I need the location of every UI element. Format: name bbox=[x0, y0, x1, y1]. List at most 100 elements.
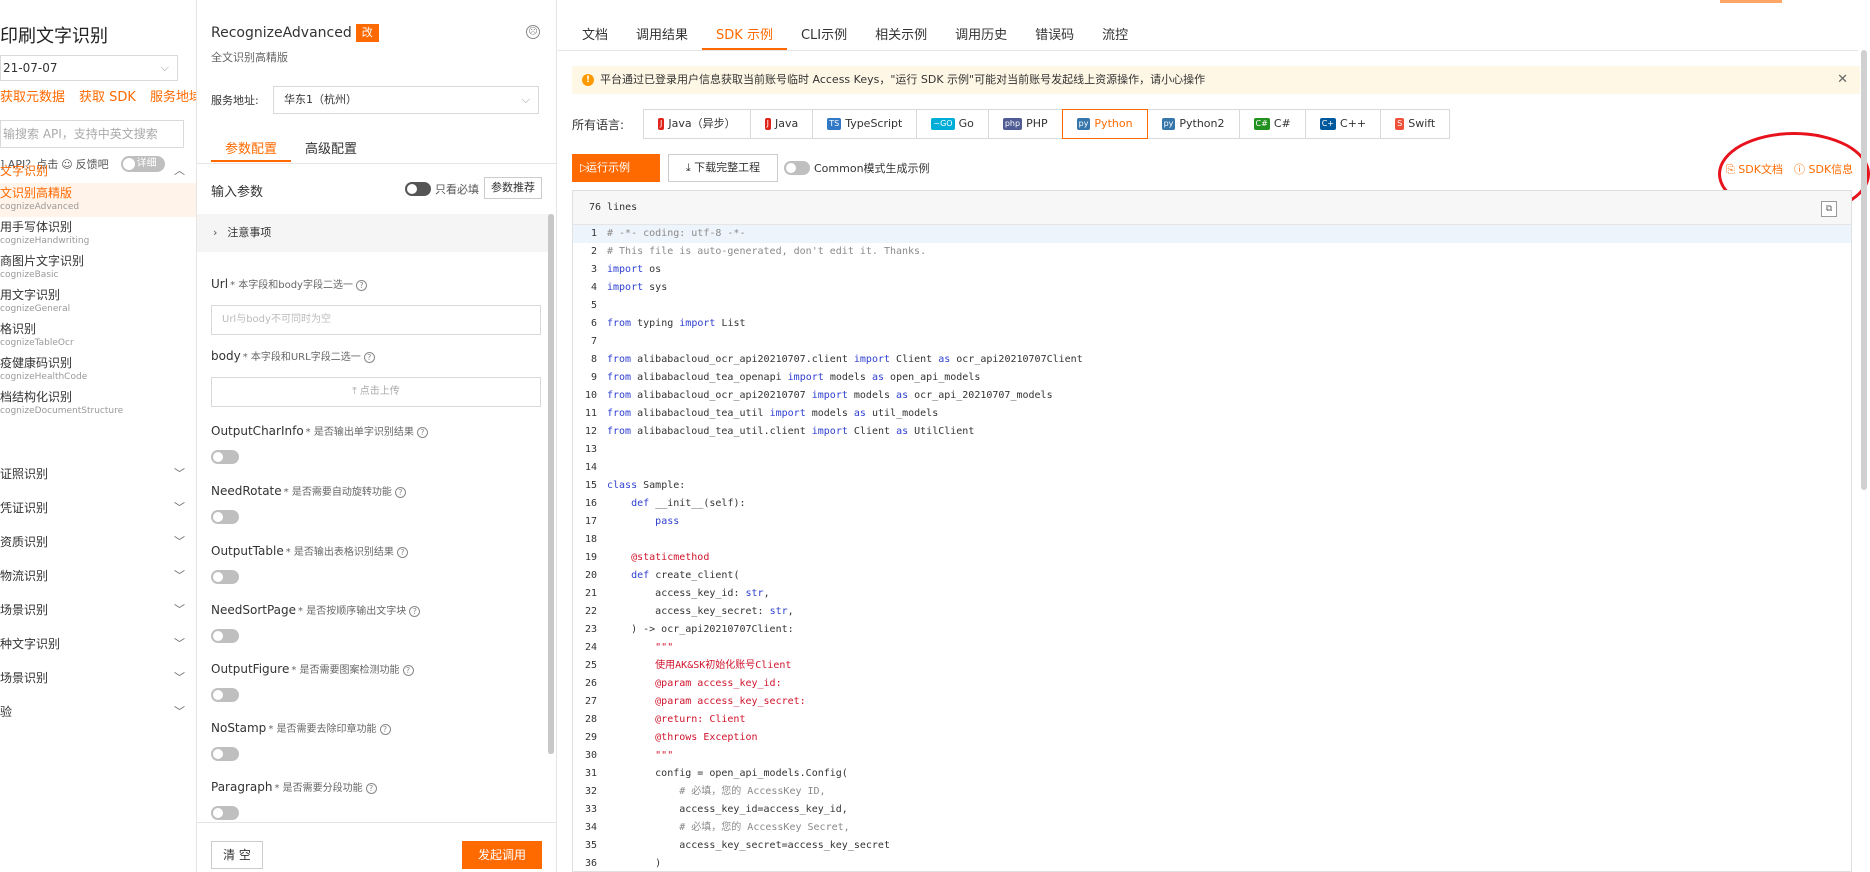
code-text: # 必填，您的 AccessKey ID, bbox=[607, 786, 826, 797]
feedback-face-icon[interactable]: ☹ bbox=[526, 25, 540, 39]
nav-group-4[interactable]: 物流识别 ﹀ bbox=[0, 567, 185, 587]
help-icon[interactable]: ? bbox=[394, 487, 406, 498]
lang-tab-6[interactable]: py Python2 bbox=[1146, 109, 1240, 139]
nav-group-6[interactable]: 种文字识别 ﹀ bbox=[0, 635, 185, 655]
nav-item-recognize-general[interactable]: 用文字识别 cognizeGeneral bbox=[0, 285, 196, 319]
service-region-link[interactable]: 服务地域 bbox=[150, 90, 196, 105]
language-logo-icon: TS bbox=[827, 118, 842, 130]
help-icon[interactable]: ? bbox=[365, 783, 377, 794]
page-scrollbar[interactable] bbox=[1861, 50, 1867, 490]
code-text: import sys bbox=[607, 282, 667, 293]
help-icon[interactable]: ? bbox=[402, 665, 414, 676]
code-line: 36 ) bbox=[573, 855, 1851, 871]
common-mode-toggle[interactable]: Common模式生成示例 bbox=[784, 160, 930, 176]
output-figure-toggle[interactable] bbox=[211, 688, 239, 702]
code-line: 33 access_key_id=access_key_id, bbox=[573, 801, 1851, 819]
output-char-info-toggle[interactable] bbox=[211, 450, 239, 464]
line-number: 15 bbox=[584, 480, 597, 491]
nav-group-2[interactable]: 凭证识别 ﹀ bbox=[0, 499, 185, 519]
nav-item-recognize-basic[interactable]: 商图片文字识别 cognizeBasic bbox=[0, 251, 196, 285]
tab-call-history[interactable]: 调用历史 bbox=[941, 20, 1021, 50]
toggle-switch[interactable] bbox=[405, 182, 431, 196]
need-rotate-toggle[interactable] bbox=[211, 510, 239, 524]
nav-group-8[interactable]: 验 ﹀ bbox=[0, 703, 185, 723]
lang-tab-7[interactable]: C# C# bbox=[1238, 109, 1306, 139]
code-text: """ bbox=[607, 642, 674, 653]
code-text: from alibabacloud_tea_openapi import mod… bbox=[607, 372, 980, 383]
nav-group-text-recognition[interactable]: 文字识别 ︿ bbox=[0, 162, 185, 182]
tab-cli-example[interactable]: CLI示例 bbox=[787, 20, 861, 50]
warning-alert: ! 平台通过已登录用户信息获取当前账号临时 Access Keys，"运行 SD… bbox=[572, 66, 1860, 94]
help-icon[interactable]: ? bbox=[396, 547, 408, 558]
no-stamp-toggle[interactable] bbox=[211, 747, 239, 761]
code-token: util_models bbox=[871, 408, 939, 419]
copy-icon[interactable]: ⧉ bbox=[1821, 201, 1837, 217]
clear-button[interactable]: 清 空 bbox=[211, 841, 263, 869]
tab-related-examples[interactable]: 相关示例 bbox=[861, 20, 941, 50]
tab-docs[interactable]: 文档 bbox=[568, 20, 622, 50]
lang-tab-2[interactable]: TS TypeScript bbox=[812, 109, 918, 139]
lang-tab-0[interactable]: J Java（异步） bbox=[643, 109, 751, 139]
tab-flow-control[interactable]: 流控 bbox=[1088, 20, 1142, 50]
tab-call-result[interactable]: 调用结果 bbox=[622, 20, 702, 50]
nav-group-3[interactable]: 资质识别 ﹀ bbox=[0, 533, 185, 553]
output-table-toggle[interactable] bbox=[211, 570, 239, 584]
need-sort-page-toggle[interactable] bbox=[211, 629, 239, 643]
lang-tab-9[interactable]: S Swift bbox=[1380, 109, 1451, 139]
code-line: 5 bbox=[573, 297, 1851, 315]
upload-button[interactable]: ⤒ 点击上传 bbox=[211, 377, 541, 407]
nav-item-recognize-table-ocr[interactable]: 格识别 cognizeTableOcr bbox=[0, 319, 196, 353]
tab-advanced-config[interactable]: 高级配置 bbox=[291, 132, 371, 162]
scrollbar-thumb[interactable] bbox=[548, 214, 554, 754]
nav-item-recognize-health-code[interactable]: 疫健康码识别 cognizeHealthCode bbox=[0, 353, 196, 387]
lang-tab-3[interactable]: ~GO Go bbox=[916, 109, 989, 139]
code-text: ) -> ocr_api20210707Client: bbox=[607, 624, 794, 635]
toggle-switch[interactable] bbox=[784, 161, 810, 175]
lang-tab-4[interactable]: php PHP bbox=[987, 109, 1063, 139]
nav-item-recognize-document-structure[interactable]: 档结构化识别 cognizeDocumentStructure bbox=[0, 387, 196, 421]
param-recommend-button[interactable]: 参数推荐 bbox=[484, 177, 542, 199]
url-input[interactable]: Url与body不可同时为空 bbox=[211, 305, 541, 335]
lang-tab-5[interactable]: py Python bbox=[1061, 109, 1148, 139]
api-search-input[interactable]: 输搜索 API，支持中英文搜索 bbox=[0, 120, 184, 148]
get-sdk-link[interactable]: 获取 SDK bbox=[79, 90, 136, 105]
help-icon[interactable]: ? bbox=[409, 606, 421, 617]
run-example-button[interactable]: ▷ 运行示例 bbox=[572, 154, 660, 182]
line-number: 33 bbox=[584, 804, 597, 815]
code-header: 76 lines ⧉ bbox=[573, 191, 1851, 225]
code-token: import bbox=[769, 408, 806, 419]
lang-tab-1[interactable]: J Java bbox=[749, 109, 814, 139]
server-select[interactable]: 华东1（杭州） ⌵ bbox=[273, 86, 539, 114]
line-count: 76 lines bbox=[589, 202, 638, 213]
help-icon[interactable]: ? bbox=[363, 352, 375, 363]
language-logo-icon: C+ bbox=[1319, 118, 1337, 130]
nav-group-7[interactable]: 场景识别 ﹀ bbox=[0, 669, 185, 689]
help-icon[interactable]: ? bbox=[355, 280, 367, 291]
only-required-toggle[interactable]: 只看必填 bbox=[405, 181, 479, 197]
tab-sdk-example[interactable]: SDK 示例 bbox=[702, 20, 787, 50]
line-number: 29 bbox=[584, 732, 597, 743]
code-text: access_key_secret: str, bbox=[607, 606, 794, 617]
language-logo-icon: py bbox=[1161, 118, 1176, 130]
tab-param-config[interactable]: 参数配置 bbox=[211, 132, 292, 162]
notice-collapse[interactable]: › 注意事项 bbox=[197, 214, 549, 252]
get-metadata-link[interactable]: 获取元数据 bbox=[0, 90, 65, 105]
version-select[interactable]: 21-07-07 ⌵ bbox=[0, 55, 178, 81]
send-request-button[interactable]: 发起调用 bbox=[462, 841, 542, 869]
tab-underline bbox=[558, 50, 1858, 51]
chevron-down-icon: ﹀ bbox=[174, 501, 185, 514]
nav-group-1[interactable]: 证照识别 ﹀ bbox=[0, 465, 185, 485]
lang-tab-8[interactable]: C+ C++ bbox=[1304, 109, 1382, 139]
nav-group-5[interactable]: 场景识别 ﹀ bbox=[0, 601, 185, 621]
paragraph-toggle[interactable] bbox=[211, 806, 239, 820]
params-scrollbar[interactable] bbox=[548, 214, 554, 754]
close-icon[interactable]: ✕ bbox=[1837, 66, 1848, 94]
line-number: 7 bbox=[590, 336, 597, 347]
nav-item-recognize-handwriting[interactable]: 用手写体识别 cognizeHandwriting bbox=[0, 217, 196, 251]
download-project-button[interactable]: ⤓ 下载完整工程 bbox=[668, 154, 778, 182]
help-icon[interactable]: ? bbox=[416, 427, 428, 438]
tab-error-codes[interactable]: 错误码 bbox=[1021, 20, 1088, 50]
help-icon[interactable]: ? bbox=[379, 724, 391, 735]
nav-item-recognize-advanced[interactable]: 文识别高精版 cognizeAdvanced bbox=[0, 183, 196, 217]
